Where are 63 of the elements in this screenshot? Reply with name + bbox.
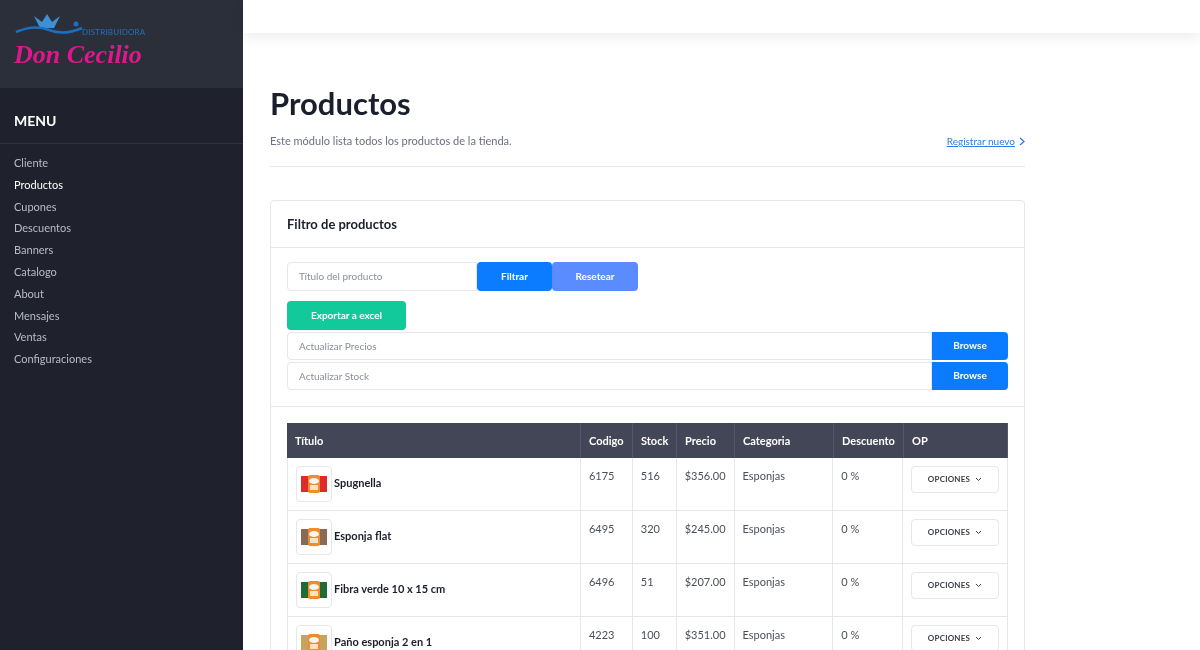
table-cell: Esponjas xyxy=(742,574,785,588)
sidebar-item[interactable]: Banners xyxy=(0,239,243,261)
product-title: Fibra verde 10 x 15 cm xyxy=(334,581,446,598)
table-cell: 51 xyxy=(640,574,654,588)
sidebar-item[interactable]: Mensajes xyxy=(0,304,243,327)
options-dropdown-button[interactable]: OPCIONES xyxy=(911,624,999,650)
column-header: OP xyxy=(904,422,1008,458)
table-cell: $207.00 xyxy=(684,574,726,588)
table-cell: 0 % xyxy=(841,468,860,482)
table-cell: $245.00 xyxy=(684,521,726,535)
options-dropdown-button[interactable]: OPCIONES xyxy=(911,518,999,546)
caret-icon xyxy=(975,529,983,535)
card-title: Filtro de productos xyxy=(271,200,1024,248)
file-upload-field[interactable]: Actualizar Precios xyxy=(287,331,932,360)
table-cell: 516 xyxy=(640,468,660,482)
table-cell: $351.00 xyxy=(684,627,726,641)
column-header: Precio xyxy=(677,422,735,458)
product-title: Spugnella xyxy=(334,475,382,492)
caret-icon xyxy=(975,635,983,641)
table-cell: 6495 xyxy=(588,521,615,535)
table-cell: 6496 xyxy=(588,574,615,588)
table-cell: Esponjas xyxy=(742,627,785,641)
title-search-field[interactable]: Título del producto xyxy=(287,261,477,291)
sidebar-item[interactable]: Cliente xyxy=(0,152,243,174)
column-header: Stock xyxy=(633,422,677,458)
sidebar-item[interactable]: About xyxy=(0,282,243,305)
product-title: Esponja flat xyxy=(334,528,392,545)
column-header: Descuento xyxy=(834,422,904,458)
logo-subtitle: DISTRIBUIDORA xyxy=(82,26,146,38)
sidebar-item[interactable]: Configuraciones xyxy=(0,348,243,370)
table-cell: 4223 xyxy=(588,627,615,641)
file-upload-field[interactable]: Actualizar Stock xyxy=(287,361,932,390)
table-cell: 6175 xyxy=(588,468,615,482)
table-cell: Esponjas xyxy=(742,468,785,482)
register-new-link[interactable]: Registrar nuevo xyxy=(946,133,1025,149)
product-title: Paño esponja 2 en 1 xyxy=(334,634,433,650)
page-subtitle: Este módulo lista todos los productos de la tienda. xyxy=(270,133,512,149)
column-header: Título xyxy=(287,422,581,458)
page-title: Productos xyxy=(270,85,412,121)
sidebar-item[interactable]: Descuentos xyxy=(0,217,243,240)
options-dropdown-button[interactable]: OPCIONES xyxy=(911,571,999,599)
browse-button[interactable]: Browse xyxy=(932,331,1008,360)
table-cell: $356.00 xyxy=(684,468,726,482)
sidebar-item[interactable]: Catalogo xyxy=(0,261,243,283)
filter-button[interactable]: Filtrar xyxy=(477,261,552,291)
table-cell: Esponjas xyxy=(742,521,785,535)
table-cell: 0 % xyxy=(841,521,860,535)
table-cell: 320 xyxy=(640,521,660,535)
column-header: Categoria xyxy=(735,422,834,458)
logo-title: Don Cecilio xyxy=(14,39,142,71)
options-dropdown-button[interactable]: OPCIONES xyxy=(911,465,999,493)
table-cell: 0 % xyxy=(841,574,860,588)
table-cell: 0 % xyxy=(841,627,860,641)
menu-heading: MENU xyxy=(0,88,243,144)
sidebar-item[interactable]: Cupones xyxy=(0,195,243,218)
sidebar-item[interactable]: Ventas xyxy=(0,326,243,349)
column-header: Codigo xyxy=(581,422,633,458)
chevron-right-icon xyxy=(1019,136,1025,146)
caret-icon xyxy=(975,582,983,588)
browse-button[interactable]: Browse xyxy=(932,361,1008,390)
caret-icon xyxy=(975,476,983,482)
sidebar-item[interactable]: Productos xyxy=(0,173,243,196)
table-cell: 100 xyxy=(640,627,660,641)
